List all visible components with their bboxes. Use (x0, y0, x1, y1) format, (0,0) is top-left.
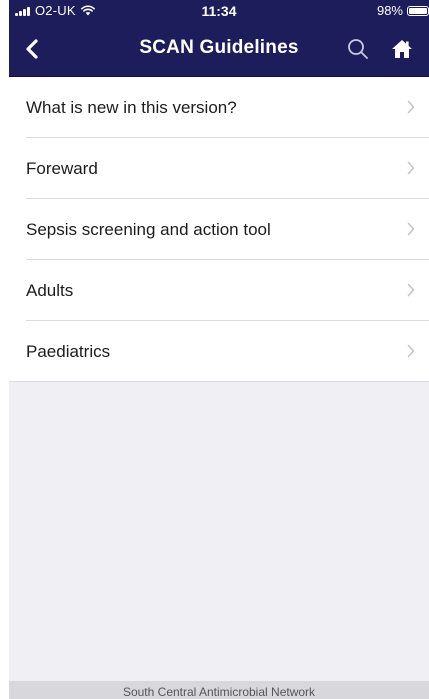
menu-item-whats-new[interactable]: What is new in this version? (26, 77, 429, 138)
battery-percent: 98% (376, 3, 403, 18)
battery-icon (407, 5, 429, 16)
menu-item-label: What is new in this version? (26, 98, 237, 117)
menu-item-foreward[interactable]: Foreward (26, 138, 429, 199)
chevron-right-icon (407, 344, 415, 358)
status-bar: O2-UK 11:34 98% (9, 0, 429, 22)
menu-item-label: Adults (26, 281, 74, 300)
app-screen: O2-UK 11:34 98% SCAN Guidelines What is … (9, 0, 429, 699)
menu-item-label: Foreward (26, 159, 98, 178)
menu-item-adults[interactable]: Adults (26, 260, 429, 321)
chevron-right-icon (407, 283, 415, 297)
chevron-right-icon (407, 161, 415, 175)
menu-item-paediatrics[interactable]: Paediatrics (26, 321, 429, 381)
status-right: 98% (377, 3, 429, 18)
menu-list-wrapper: What is new in this version? Foreward Se… (9, 77, 429, 382)
home-button[interactable] (387, 34, 417, 64)
search-button[interactable] (343, 34, 373, 64)
menu-item-label: Paediatrics (26, 342, 111, 361)
battery-level (409, 7, 427, 14)
chevron-right-icon (407, 222, 415, 236)
footer-bar: South Central Antimicrobial Network (9, 681, 429, 699)
menu-list: What is new in this version? Foreward Se… (9, 77, 429, 381)
menu-item-sepsis-tool[interactable]: Sepsis screening and action tool (26, 199, 429, 260)
search-icon (348, 39, 368, 59)
status-time: 11:34 (201, 3, 237, 19)
footer-text: South Central Antimicrobial Network (122, 685, 316, 699)
home-icon (392, 40, 412, 58)
chevron-right-icon (407, 100, 415, 114)
menu-item-label: Sepsis screening and action tool (26, 220, 271, 239)
navigation-bar: SCAN Guidelines (9, 22, 429, 77)
